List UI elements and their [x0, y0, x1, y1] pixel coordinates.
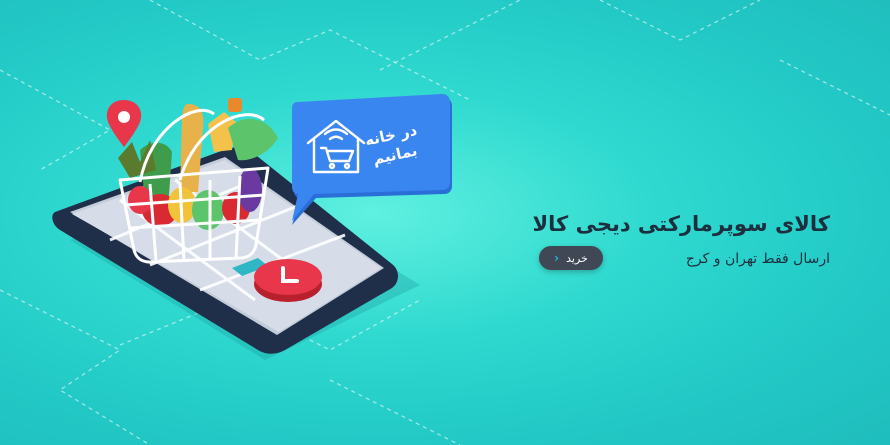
chevron-left-icon: ‹: [554, 251, 560, 265]
buy-button[interactable]: خرید ‹: [539, 246, 603, 270]
banner-subline: ارسال فقط تهران و کرج: [685, 251, 830, 267]
map-pin-icon: [106, 100, 142, 147]
buy-button-label: خرید: [566, 251, 588, 265]
clock-button-icon: [254, 259, 322, 302]
hero-banner[interactable]: در خانه بمانیم کالای سوپرمارکتی دیجی کال…: [0, 0, 890, 445]
banner-copy: کالای سوپرمارکتی دیجی کالا ارسال فقط تهر…: [530, 212, 830, 274]
banner-sub-row: ارسال فقط تهران و کرج خرید ‹: [530, 246, 830, 274]
banner-headline: کالای سوپرمارکتی دیجی کالا: [532, 212, 830, 236]
